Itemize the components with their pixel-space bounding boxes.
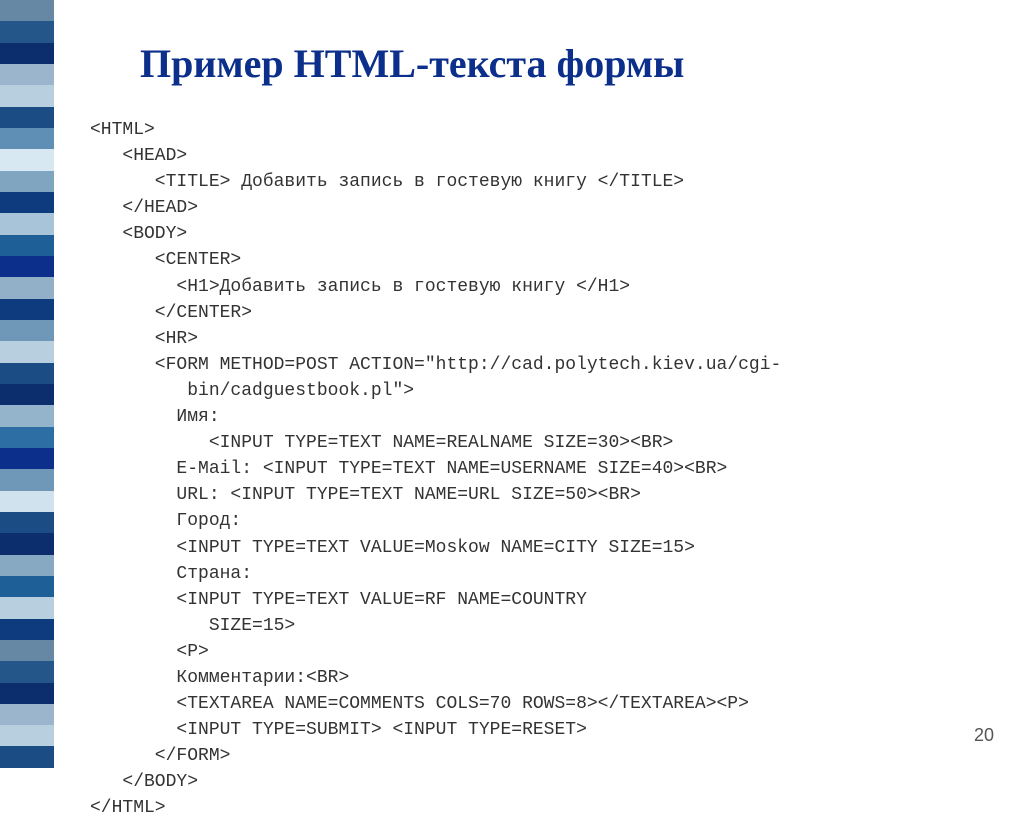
sidebar-stripe xyxy=(0,576,54,597)
sidebar-stripe xyxy=(0,491,54,512)
sidebar-stripe xyxy=(0,299,54,320)
sidebar-stripe xyxy=(0,192,54,213)
sidebar-stripe xyxy=(0,43,54,64)
page-number: 20 xyxy=(974,725,994,746)
sidebar-stripe xyxy=(0,171,54,192)
sidebar-stripe xyxy=(0,341,54,362)
sidebar-stripe xyxy=(0,128,54,149)
sidebar-stripe xyxy=(0,725,54,746)
sidebar-stripe xyxy=(0,533,54,554)
sidebar-stripe xyxy=(0,384,54,405)
sidebar-stripe xyxy=(0,235,54,256)
sidebar-stripe xyxy=(0,512,54,533)
sidebar-stripe xyxy=(0,683,54,704)
sidebar-stripe xyxy=(0,64,54,85)
sidebar-stripe xyxy=(0,555,54,576)
sidebar-stripe xyxy=(0,0,54,21)
slide-content: Пример HTML-текста формы <HTML> <HEAD> <… xyxy=(100,40,980,822)
sidebar-stripe xyxy=(0,320,54,341)
sidebar-stripe xyxy=(0,597,54,618)
sidebar-stripe xyxy=(0,213,54,234)
sidebar-stripe xyxy=(0,746,54,767)
sidebar-stripe xyxy=(0,277,54,298)
sidebar-stripe xyxy=(0,405,54,426)
sidebar-stripe xyxy=(0,256,54,277)
sidebar-stripe xyxy=(0,704,54,725)
sidebar-stripe xyxy=(0,469,54,490)
sidebar-stripe xyxy=(0,21,54,42)
sidebar-stripe xyxy=(0,661,54,682)
slide-title: Пример HTML-текста формы xyxy=(140,40,980,87)
sidebar-stripe xyxy=(0,619,54,640)
code-block: <HTML> <HEAD> <TITLE> Добавить запись в … xyxy=(90,117,980,822)
sidebar-stripe xyxy=(0,427,54,448)
sidebar-stripe xyxy=(0,107,54,128)
decorative-sidebar xyxy=(0,0,54,768)
sidebar-stripe xyxy=(0,640,54,661)
sidebar-stripe xyxy=(0,363,54,384)
sidebar-stripe xyxy=(0,85,54,106)
sidebar-stripe xyxy=(0,149,54,170)
sidebar-stripe xyxy=(0,448,54,469)
